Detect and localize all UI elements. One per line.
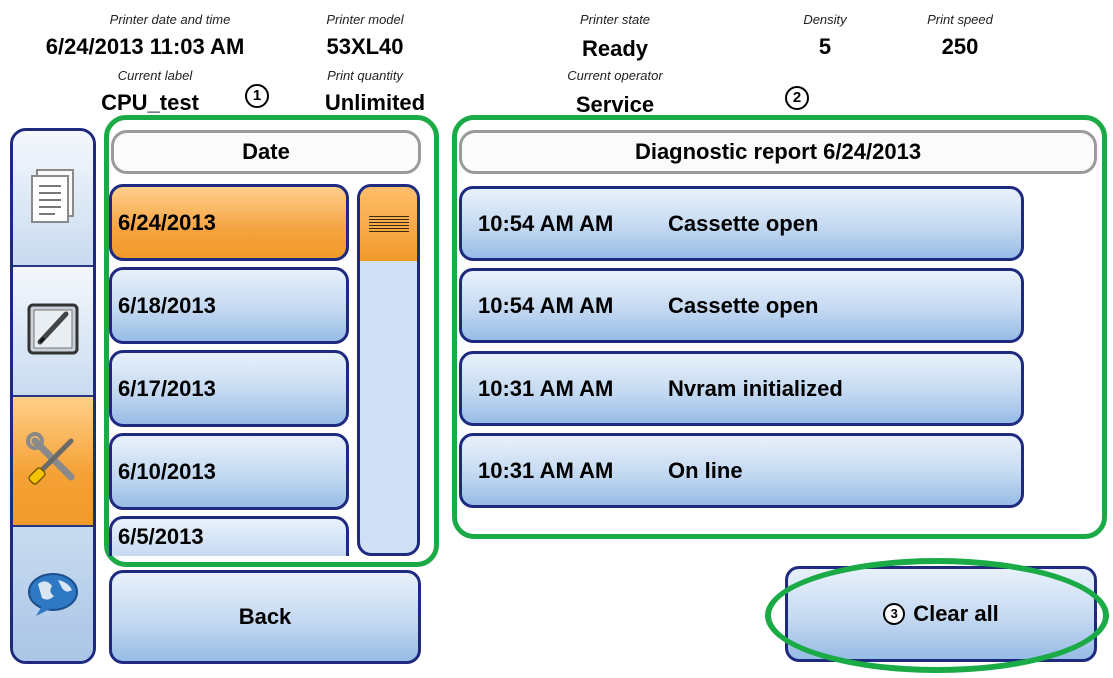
report-entry[interactable]: 10:54 AM AM Cassette open xyxy=(459,268,1024,343)
print-speed-value: 250 xyxy=(941,34,979,59)
nav-item-documents[interactable] xyxy=(13,131,93,267)
report-entry[interactable]: 10:31 AM AM Nvram initialized xyxy=(459,351,1024,426)
printer-model-value: 53XL40 xyxy=(326,34,404,59)
annotation-marker-2: 2 xyxy=(785,86,809,110)
grip-icon xyxy=(368,216,409,232)
document-icon xyxy=(29,168,77,229)
current-operator-label: Current operator xyxy=(567,68,663,83)
printer-state-value: Ready xyxy=(581,36,649,61)
date-item[interactable]: 6/18/2013 xyxy=(109,267,349,344)
report-entry-time: 10:54 AM AM xyxy=(478,210,614,236)
annotation-marker-1: 1 xyxy=(245,84,269,108)
printer-datetime-label: Printer date and time xyxy=(109,12,231,27)
density-label: Density xyxy=(803,12,847,27)
current-label-value: CPU_test xyxy=(101,90,199,115)
nav-item-edit[interactable] xyxy=(13,267,93,397)
date-item-label: 6/5/2013 xyxy=(118,524,204,549)
globe-chat-icon xyxy=(26,572,80,623)
date-item-label: 6/18/2013 xyxy=(118,292,216,318)
printer-state-label: Printer state xyxy=(579,12,651,27)
current-label-label: Current label xyxy=(117,68,193,83)
printer-datetime-value: 6/24/2013 11:03 AM xyxy=(45,34,245,59)
density-value: 5 xyxy=(818,34,832,59)
report-entry[interactable]: 10:31 AM AM On line xyxy=(459,433,1024,508)
report-entry-event: On line xyxy=(668,457,743,483)
printer-model-label: Printer model xyxy=(326,12,404,27)
report-entry-event: Nvram initialized xyxy=(668,375,843,401)
report-entry-event: Cassette open xyxy=(668,292,819,318)
print-quantity-label: Print quantity xyxy=(327,68,403,83)
date-item-label: 6/24/2013 xyxy=(118,209,216,235)
report-entry-time: 10:54 AM AM xyxy=(478,292,614,318)
report-entry-time: 10:31 AM AM xyxy=(478,457,614,483)
report-header: Diagnostic report 6/24/2013 xyxy=(459,130,1097,174)
date-item[interactable]: 6/24/2013 xyxy=(109,184,349,261)
nav-item-language[interactable] xyxy=(13,527,93,661)
edit-pen-icon xyxy=(26,302,80,361)
date-scrollbar[interactable] xyxy=(357,184,420,556)
tools-icon xyxy=(25,431,81,492)
date-list: 6/24/2013 6/18/2013 6/17/2013 6/10/2013 … xyxy=(109,184,354,556)
nav-item-tools[interactable] xyxy=(13,397,93,527)
date-item[interactable]: 6/5/2013 xyxy=(109,516,349,556)
report-entry[interactable]: 10:54 AM AM Cassette open xyxy=(459,186,1024,261)
print-quantity-value: Unlimited xyxy=(324,90,426,115)
date-item-label: 6/17/2013 xyxy=(118,375,216,401)
left-nav xyxy=(10,128,96,664)
annotation-ellipse-3 xyxy=(765,558,1109,673)
print-speed-label: Print speed xyxy=(927,12,993,27)
date-header: Date xyxy=(111,130,421,174)
date-item-label: 6/10/2013 xyxy=(118,458,216,484)
date-item[interactable]: 6/10/2013 xyxy=(109,433,349,510)
scrollbar-thumb[interactable] xyxy=(360,187,417,261)
report-entry-time: 10:31 AM AM xyxy=(478,375,614,401)
back-button[interactable]: Back xyxy=(109,570,421,664)
report-entry-event: Cassette open xyxy=(668,210,819,236)
date-item[interactable]: 6/17/2013 xyxy=(109,350,349,427)
